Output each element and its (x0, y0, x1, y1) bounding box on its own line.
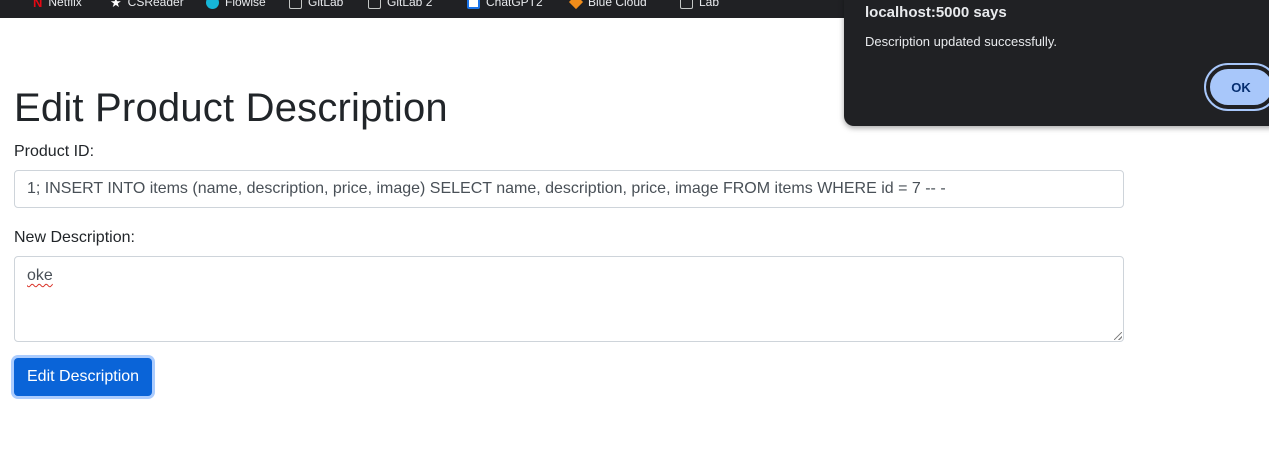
bookmark-gitlab-2[interactable]: GitLab 2 (368, 0, 432, 9)
product-id-label: Product ID: (14, 143, 95, 160)
netflix-icon: N (33, 0, 43, 10)
bookmark-label: GitLab (308, 0, 344, 9)
description-textarea[interactable]: oke (14, 256, 1124, 342)
dialog-title: localhost:5000 says (865, 4, 1007, 21)
ok-button[interactable]: OK (1204, 63, 1269, 111)
description-text: oke (27, 267, 53, 284)
bookmark-csreader[interactable]: ★ CSReader (110, 0, 184, 9)
alert-dialog: localhost:5000 says Description updated … (844, 0, 1269, 126)
bookmark-label: Lab (699, 0, 720, 9)
bookmark-label: GitLab 2 (387, 0, 433, 9)
bookmark-label: ChatGPT2 (486, 0, 543, 9)
circle-icon (206, 0, 219, 9)
dialog-message: Description updated successfully. (865, 34, 1057, 49)
bookmark-chatgpt2[interactable]: ChatGPT2 (467, 0, 543, 9)
page-title: Edit Product Description (14, 86, 448, 130)
bookmark-label: Netflix (48, 0, 82, 9)
bookmark-netflix[interactable]: N Netflix (33, 0, 82, 9)
bookmark-blue-cloud[interactable]: Blue Cloud (568, 0, 647, 10)
product-id-input[interactable]: 1; INSERT INTO items (name, description,… (14, 170, 1124, 208)
folder-icon (368, 0, 381, 9)
folder-icon (289, 0, 302, 9)
star-icon: ★ (110, 0, 122, 10)
diamond-icon (568, 0, 584, 10)
checkbox-icon (467, 0, 480, 9)
description-label: New Description: (14, 229, 135, 246)
bookmark-gitlab[interactable]: GitLab (289, 0, 343, 9)
bookmark-label: Blue Cloud (588, 0, 647, 9)
folder-icon (680, 0, 693, 9)
bookmark-lab[interactable]: Lab (680, 0, 719, 9)
resize-handle-icon[interactable] (1114, 332, 1122, 340)
bookmark-label: CSReader (127, 0, 184, 9)
bookmark-flowise[interactable]: Flowise (206, 0, 266, 9)
bookmark-label: Flowise (225, 0, 266, 9)
edit-description-button[interactable]: Edit Description (14, 358, 153, 396)
